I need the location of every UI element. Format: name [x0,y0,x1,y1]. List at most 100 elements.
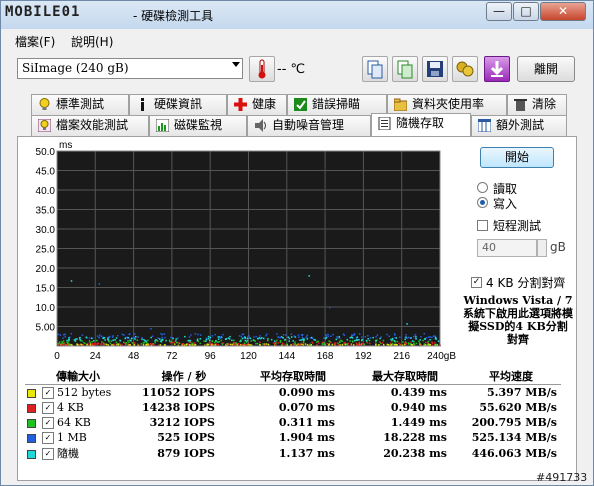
scatter-point [279,336,281,339]
scatter-point [337,342,339,345]
save-button[interactable] [422,56,448,82]
scatter-point [380,336,382,338]
tab-health[interactable]: 健康 [227,94,287,115]
options-button[interactable] [452,56,478,82]
close-button[interactable]: ✕ [540,2,586,21]
scatter-point [345,343,348,345]
scatter-point [96,339,98,342]
scatter-point [330,335,332,338]
scatter-point [146,342,149,345]
tab-error-scan[interactable]: 錯誤掃瞄 [287,94,387,115]
y-tick-label: 40.0 [36,186,56,197]
update-button[interactable] [484,56,510,82]
scatter-point [163,344,166,346]
copy-icon [367,60,383,79]
scatter-point [205,337,208,340]
tab-extra-tests[interactable]: 額外測試 [471,115,567,136]
scatter-point [66,339,68,342]
ops-value: 14238 IOPS [141,401,215,414]
scatter-point [283,343,285,346]
tab-erase[interactable]: 清除 [507,94,567,115]
short-test-spinner[interactable] [537,239,547,257]
scatter-point [386,343,389,346]
y-tick-label: 15.0 [36,284,56,295]
scatter-point [338,336,341,338]
scatter-point [300,339,303,341]
scatter-point [118,342,121,345]
drive-select[interactable]: SiImage (240 gB) [17,58,243,79]
tab-disk-monitor[interactable]: 磁碟監視 [149,115,247,136]
scatter-point [233,339,235,342]
write-radio[interactable] [477,197,488,208]
series-checkbox[interactable]: ✓ [42,432,54,444]
scatter-point [192,344,194,346]
monitor-chart-icon [156,119,169,132]
scatter-point [209,336,212,339]
thermometer-button[interactable] [249,56,275,82]
scatter-point [133,343,136,346]
scatter-point [413,343,416,346]
x-tick-label: 240gB [427,351,456,362]
copy-info-button[interactable] [362,56,388,82]
scatter-point [328,306,331,309]
scatter-point [192,342,195,344]
tab-label: 額外測試 [496,118,545,132]
ops-value: 525 IOPS [157,431,215,444]
scatter-point [59,334,62,336]
scatter-point [151,335,154,337]
scatter-point [368,339,371,342]
scatter-point [199,338,202,340]
series-checkbox[interactable]: ✓ [42,448,54,460]
minimize-button[interactable]: — [486,2,512,21]
scatter-point [150,328,152,330]
tab-file-benchmark[interactable]: 檔案效能測試 [31,115,149,136]
x-tick-label: 48 [128,351,140,362]
scatter-point [309,343,311,345]
scatter-point [175,338,177,340]
tab-disk-info[interactable]: 硬碟資訊 [129,94,227,115]
align-checkbox[interactable]: ✓ [471,277,482,288]
series-checkbox[interactable]: ✓ [42,417,54,429]
grid-icon [478,119,491,132]
maximize-button[interactable]: □ [513,2,539,21]
menu-file[interactable]: 檔案(F) [15,33,55,50]
series-checkbox[interactable]: ✓ [42,387,54,399]
scatter-point [276,333,278,335]
scatter-point [353,333,356,335]
scatter-point [332,333,334,336]
avg-time-value: 0.311 ms [278,416,335,429]
x-tick-label: 96 [205,351,217,362]
scatter-point [405,336,407,338]
tab-benchmark[interactable]: 標準測試 [31,94,129,115]
x-tick-label: 0 [54,351,60,362]
scatter-point [107,338,109,341]
scatter-point [298,336,300,338]
app-window: MOBILE01 - 硬碟檢測工具 — □ ✕ 檔案(F) 說明(H) SiIm… [0,0,594,486]
scatter-point [140,343,143,345]
short-test-checkbox[interactable] [477,220,488,231]
tab-aam[interactable]: 自動噪音管理 [247,115,371,136]
exit-button[interactable]: 離開 [517,56,575,82]
scatter-point [379,337,381,340]
read-radio[interactable] [477,182,488,193]
start-button[interactable]: 開始 [480,147,554,168]
tab-folder-usage[interactable]: 資料夾使用率 [387,94,507,115]
scatter-point [388,335,390,338]
scatter-point [178,342,181,345]
scatter-point [356,336,359,338]
align-label: 4 KB 分割對齊 [486,276,566,290]
tab-label: 自動噪音管理 [272,118,345,132]
scatter-point [221,343,224,345]
scatter-point [91,337,93,340]
scatter-point [87,342,89,345]
series-checkbox[interactable]: ✓ [42,402,54,414]
speaker-icon [255,119,266,132]
scatter-point [275,342,277,344]
scatter-point [188,336,191,338]
tab-random-access[interactable]: 隨機存取 [371,113,471,136]
menu-help[interactable]: 說明(H) [71,33,113,50]
y-tick-label: 50.0 [36,147,56,158]
short-test-size-input[interactable]: 40 [477,239,537,257]
scatter-point [238,335,241,337]
copy-screenshot-button[interactable] [392,56,418,82]
